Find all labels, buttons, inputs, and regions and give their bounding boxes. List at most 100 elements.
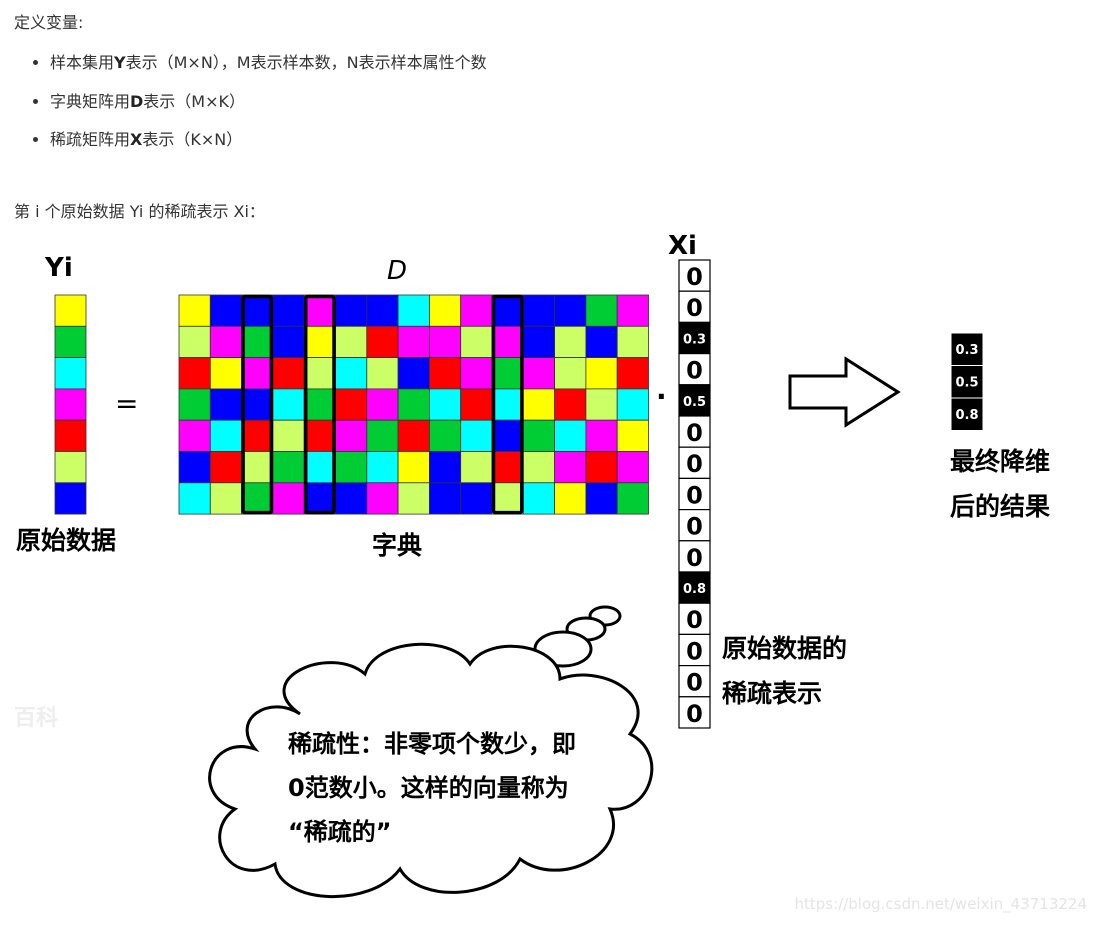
d-cell — [491, 451, 524, 484]
d-cell — [585, 325, 618, 359]
d-cell — [335, 357, 368, 390]
d-cell — [522, 482, 555, 515]
d-cell — [303, 294, 336, 327]
d-cell — [366, 357, 399, 390]
d-cell — [491, 325, 524, 359]
d-cell — [585, 419, 618, 452]
d-cell — [554, 357, 587, 390]
dictionary-matrix — [178, 294, 649, 515]
d-cell — [209, 325, 243, 359]
d-cell — [241, 294, 274, 327]
d-cell — [616, 388, 649, 421]
d-cell — [616, 482, 649, 515]
xi-value: 0.5 — [683, 395, 706, 410]
yi-cell — [54, 357, 87, 390]
d-cell — [366, 294, 399, 327]
intro-text: 定义变量: — [14, 13, 84, 32]
d-cell — [522, 451, 555, 484]
d-cell — [554, 388, 587, 421]
d-cell — [366, 451, 399, 484]
d-cell — [397, 419, 430, 452]
d-cell — [241, 357, 274, 390]
d-cell — [303, 357, 336, 390]
d-cell — [366, 419, 399, 452]
d-cell — [460, 451, 493, 484]
d-cell — [335, 451, 368, 484]
d-cell — [522, 357, 555, 390]
d-cell — [209, 451, 243, 484]
d-cell — [616, 419, 649, 452]
d-cell — [335, 482, 368, 515]
cloud-text-line-1: 稀疏性：非零项个数少，即 — [288, 730, 576, 758]
d-cell — [178, 388, 211, 421]
xi-value: 0 — [686, 450, 703, 478]
xi-value: 0.3 — [683, 332, 706, 347]
d-cell — [241, 388, 274, 421]
d-cell — [335, 294, 368, 327]
xi-value: 0 — [686, 419, 703, 447]
d-cell — [335, 419, 368, 452]
d-cell — [366, 325, 399, 359]
d-cell — [397, 294, 430, 327]
xi-sparse-vector: 0 0 0.3 0 0.5 0 0 0 0 0 0.8 0 0 0 0 — [678, 259, 711, 729]
d-cell — [178, 357, 211, 390]
d-cell — [272, 451, 305, 484]
d-cell — [585, 388, 618, 421]
d-cell — [585, 482, 618, 515]
xi-value: 0 — [686, 544, 703, 572]
d-cell — [241, 325, 274, 359]
d-cell — [366, 482, 399, 515]
d-cell — [428, 325, 462, 359]
d-cell — [366, 388, 399, 421]
d-cell — [491, 482, 524, 515]
d-cell — [241, 419, 274, 452]
xi-value: 0 — [686, 513, 703, 541]
d-cell — [585, 294, 618, 327]
d-cell — [491, 388, 524, 421]
baike-logo-watermark: 百科 — [14, 706, 59, 731]
list-item: 稀疏矩阵用X表示（K×N） — [50, 129, 487, 168]
d-cell — [460, 325, 493, 359]
figure-canvas: Yi D Xi = · 0 0 0.3 0 0.5 0 0 0 0 0 0.8 0 0 0 0 0.3 0.5… — [16, 231, 1050, 898]
xi-label: Xi — [668, 231, 697, 261]
d-cell — [554, 419, 587, 452]
d-cell — [616, 325, 649, 359]
d-cell — [209, 482, 243, 515]
xi-value: 0 — [686, 669, 703, 697]
d-cell — [178, 482, 211, 515]
d-cell — [428, 482, 462, 515]
d-cell — [460, 482, 493, 515]
d-caption: 字典 — [372, 531, 422, 560]
yi-cell — [54, 325, 87, 359]
list-item: 字典矩阵用D表示（M×K） — [50, 91, 487, 130]
d-cell — [178, 419, 211, 452]
d-cell — [491, 419, 524, 452]
yi-vector — [54, 294, 87, 515]
sparse-representation-figure: Yi D Xi = · 0 0 0.3 0 0.5 0 0 0 0 0 0.8 0 0 0 0 0.3 0.5… — [0, 224, 1097, 927]
d-cell — [554, 482, 587, 515]
right-arrow-icon — [788, 356, 901, 428]
d-cell — [303, 451, 336, 484]
d-cell — [460, 294, 493, 327]
csdn-watermark: https://blog.csdn.net/weixin_43713224 — [794, 895, 1087, 913]
list-item: 样本集用Y表示（M×N），M表示样本数，N表示样本属性个数 — [50, 52, 487, 91]
xi-value: 0.8 — [683, 582, 706, 597]
equals-sign: = — [115, 387, 138, 420]
d-cell — [585, 357, 618, 390]
definition-list: 样本集用Y表示（M×N），M表示样本数，N表示样本属性个数 字典矩阵用D表示（M… — [26, 52, 487, 168]
cloud-text-line-2: 0范数小。这样的向量称为 — [288, 774, 569, 802]
d-cell — [272, 482, 305, 515]
xi-value: 0 — [686, 700, 703, 728]
d-cell — [616, 451, 649, 484]
xi-value: 0 — [686, 606, 703, 634]
d-cell — [272, 294, 305, 327]
xi-caption-line-2: 稀疏表示 — [722, 679, 822, 708]
d-cell — [303, 482, 336, 515]
d-cell — [178, 294, 211, 327]
dot-product-sign: · — [656, 380, 667, 413]
xi-caption-line-1: 原始数据的 — [722, 634, 847, 663]
d-cell — [303, 419, 336, 452]
result-value: 0.8 — [955, 408, 978, 423]
cloud-text-line-3: “稀疏的” — [288, 818, 392, 846]
yi-cell — [54, 482, 87, 515]
